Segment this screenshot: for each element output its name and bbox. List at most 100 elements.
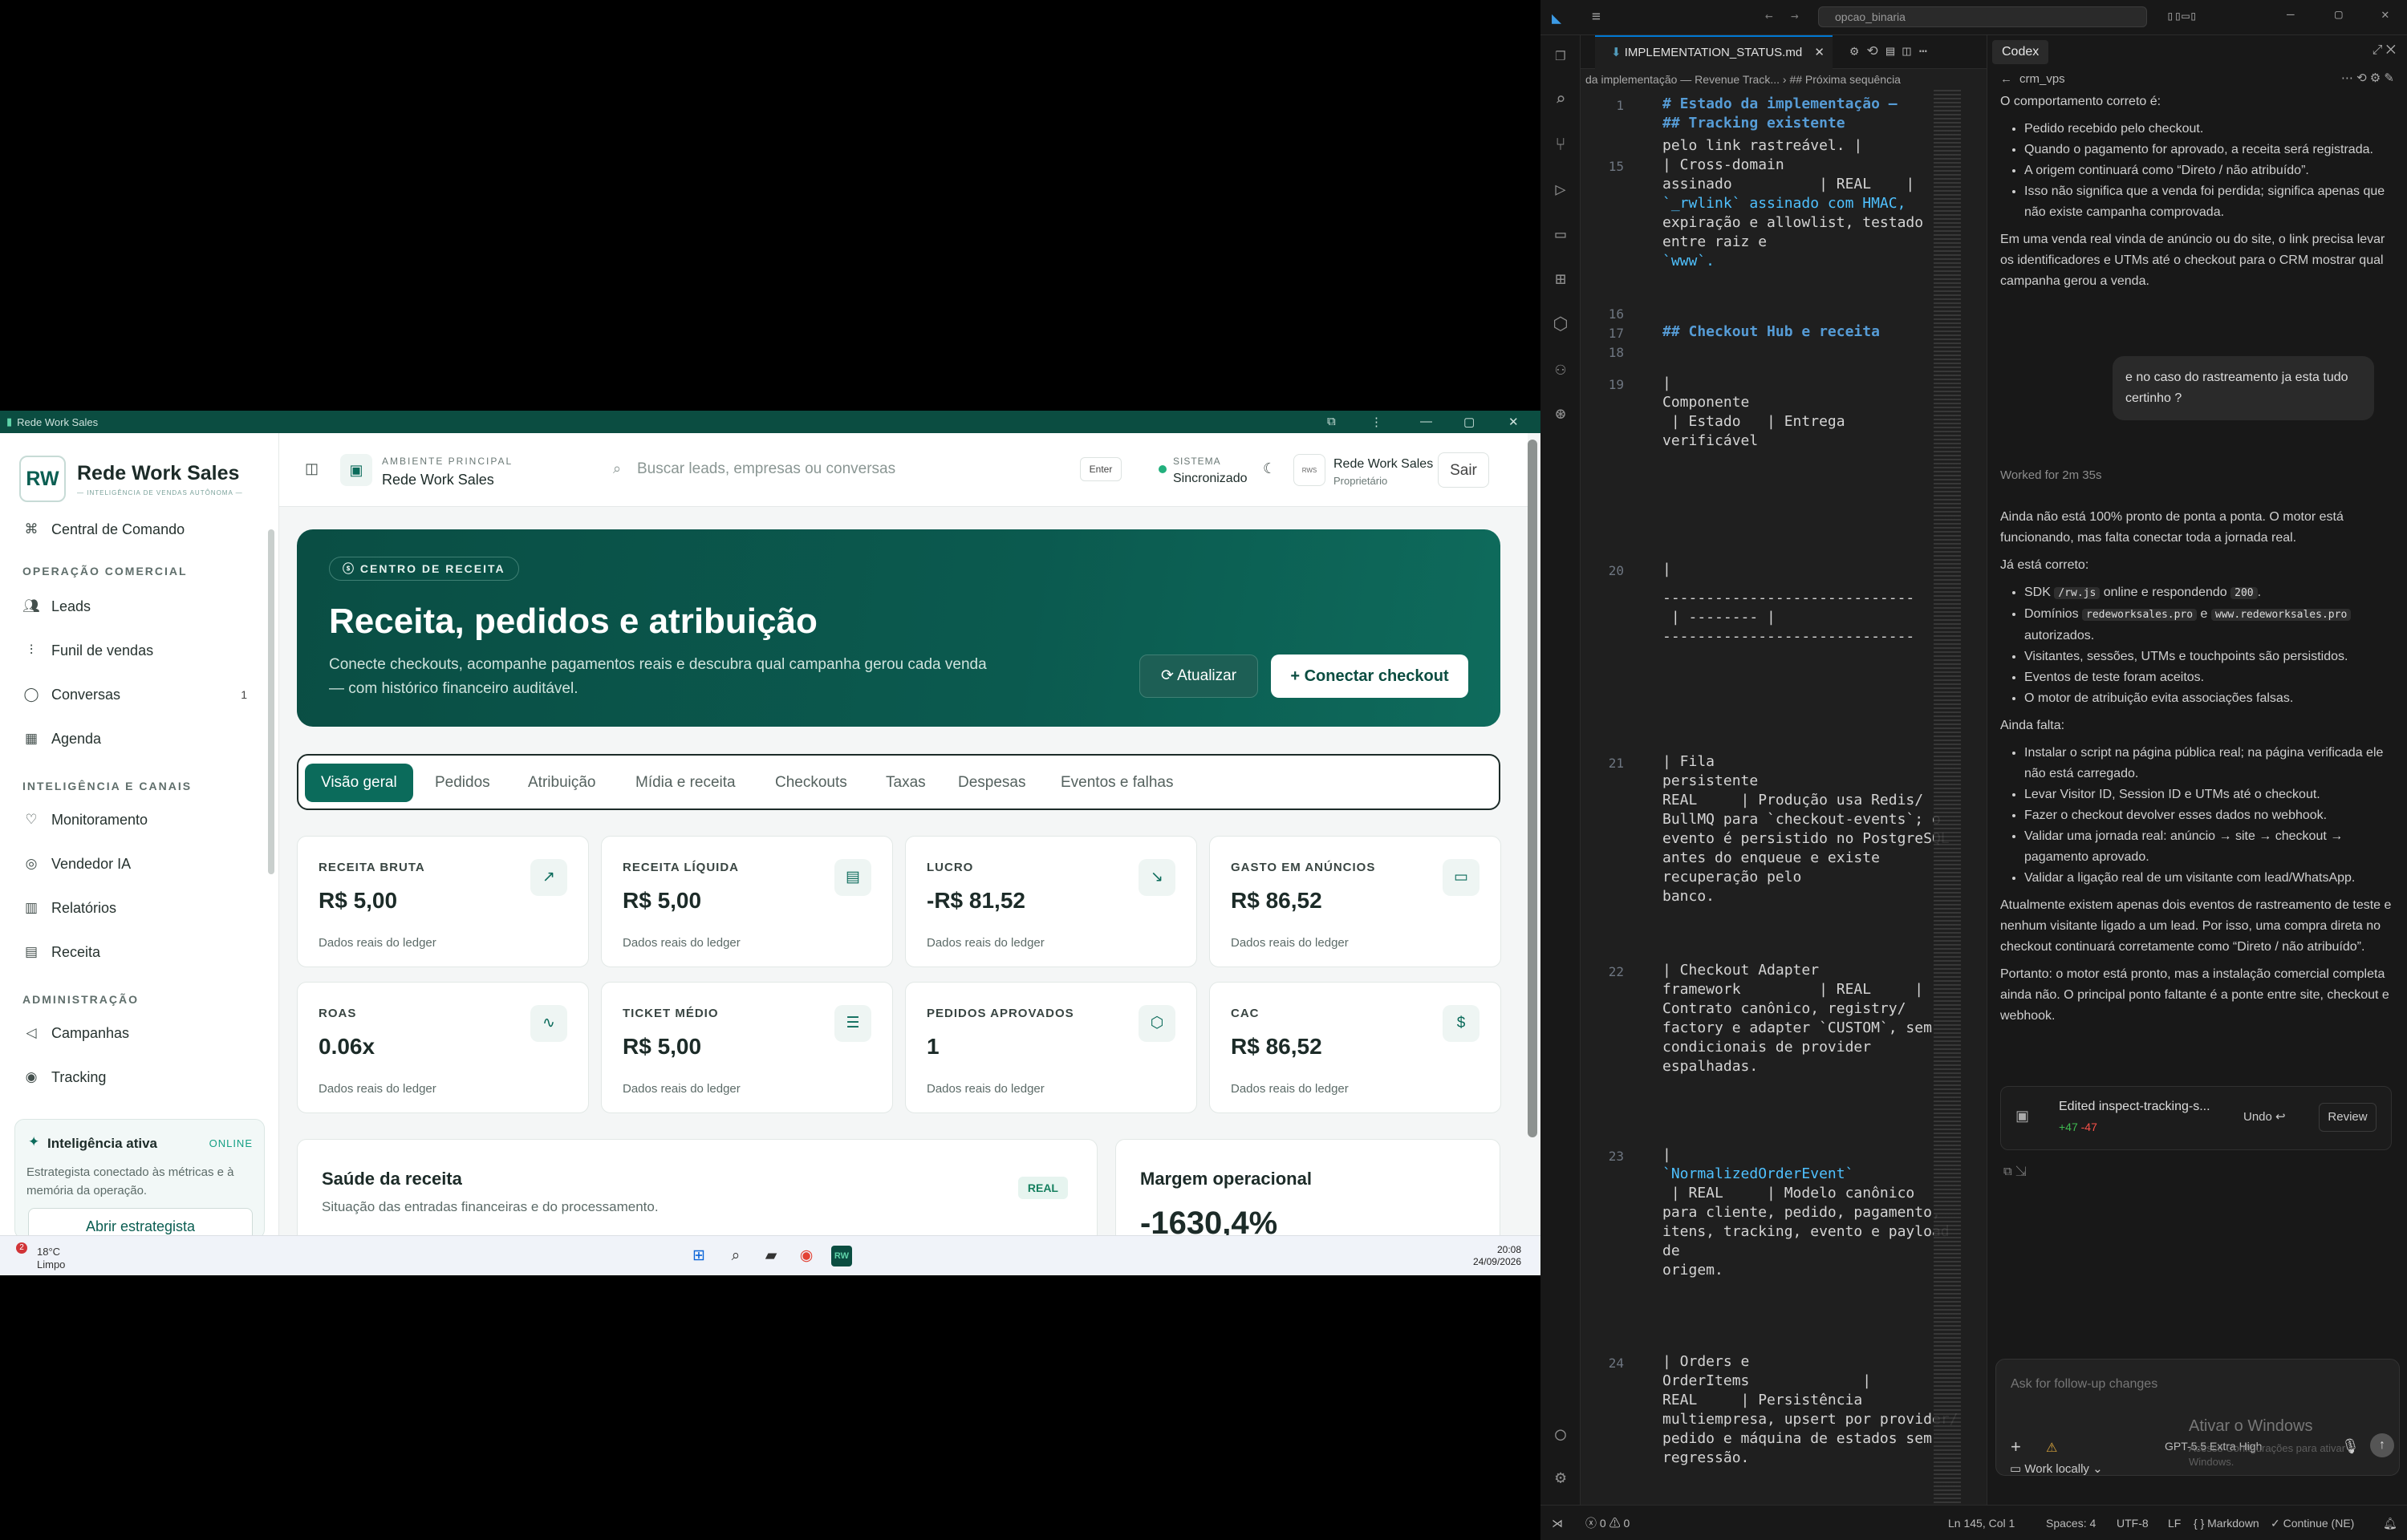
edited-file-card[interactable]: ▣ Edited inspect-tracking-s... +47 -47 U… [2000, 1086, 2392, 1150]
panel-actions-icon[interactable]: ⤢ ✕ [2372, 43, 2396, 58]
tab-atribuicao[interactable]: Atribuição [528, 764, 596, 802]
sidebar-toggle-icon[interactable]: ◫ [305, 460, 319, 477]
cursor-position[interactable]: Ln 145, Col 1 [1948, 1506, 2015, 1540]
code-editor[interactable]: 1 # Estado da implementação — ## Tracking … [1581, 90, 1966, 1505]
sidebar-item-central[interactable]: ⌘ Central de Comando [22, 513, 247, 545]
sidebar-item-tracking[interactable]: ◉ Tracking [22, 1061, 247, 1093]
user-menu[interactable]: RWS Rede Work Sales Proprietário [1293, 454, 1433, 489]
close-tab-icon[interactable]: ✕ [1814, 37, 1825, 69]
copy-icon[interactable]: ⧉ ⇲ [2003, 1165, 2027, 1178]
worked-duration[interactable]: Worked for 2m 35s [2000, 468, 2101, 482]
sidebar-item-vendedor-ia[interactable]: ◎ Vendedor IA [22, 848, 247, 880]
add-attachment-icon[interactable]: + [2011, 1437, 2021, 1457]
msg-text: Ainda não está 100% pronto de ponta a po… [2000, 510, 2344, 545]
menu-icon[interactable]: ≡ [1592, 8, 1601, 25]
source-control-icon[interactable]: ⑂ [1550, 135, 1571, 156]
sidebar-item-conversas[interactable]: ◯ Conversas 1 [22, 679, 247, 711]
codex-tab[interactable]: Codex [1992, 40, 2049, 64]
minimap[interactable] [1934, 90, 1961, 1505]
followup-input-box: Ask for follow-up changes + ⚠ GPT-5.5 Ex… [1995, 1359, 2400, 1476]
layout-icon[interactable]: ▯▯▭▯ [2166, 8, 2198, 23]
python-icon[interactable]: ⚇ [1550, 359, 1571, 380]
language-mode[interactable]: { } Markdown [2194, 1506, 2259, 1540]
close-button[interactable]: ✕ [2381, 6, 2389, 22]
sidebar-item-relatorios[interactable]: ▥ Relatórios [22, 892, 247, 924]
sidebar-scrollbar[interactable] [268, 529, 274, 874]
bell-icon[interactable]: 🔔︎ [2383, 1506, 2397, 1540]
tab-checkouts[interactable]: Checkouts [775, 764, 847, 802]
codex-toolbar-icons[interactable]: ⋯ ⟲ ⚙ ✎ [2341, 71, 2394, 85]
explorer-icon[interactable]: ❐ [1550, 45, 1571, 66]
warning-icon[interactable]: ⚠ [2046, 1440, 2057, 1456]
tab-despesas[interactable]: Despesas [958, 764, 1026, 802]
forward-icon[interactable]: → [1791, 8, 1799, 23]
windows-start-icon[interactable]: ⊞ [688, 1246, 709, 1266]
microphone-icon[interactable]: 🎙︎ [2341, 1438, 2360, 1455]
logout-button[interactable]: Sair [1438, 452, 1489, 488]
tab-visao-geral[interactable]: Visão geral [305, 764, 413, 802]
maximize-button[interactable]: ▢ [1463, 415, 1475, 429]
list-item: A origem continuará como “Direto / não a… [2024, 160, 2392, 181]
settings-gear-icon[interactable]: ⚙ [1550, 1468, 1571, 1489]
main-scrollbar[interactable] [1528, 440, 1537, 1137]
chrome-icon[interactable]: ◉ [796, 1246, 817, 1266]
maximize-button[interactable]: ▢ [2335, 6, 2343, 22]
search-input[interactable]: Buscar leads, empresas ou conversas [637, 460, 895, 478]
remote-icon[interactable]: ⋊ [1552, 1506, 1563, 1540]
line-ending[interactable]: LF [2168, 1506, 2181, 1540]
run-debug-icon[interactable]: ▷ [1550, 180, 1571, 201]
rw-app-icon[interactable]: RW [831, 1246, 852, 1266]
sidebar-item-monitoramento[interactable]: ♡ Monitoramento [22, 804, 247, 836]
remote-explorer-icon[interactable]: ▭ [1550, 225, 1571, 245]
sidebar-item-funil[interactable]: ⫶ Funil de vendas [22, 634, 247, 667]
command-center[interactable]: opcao_binaria [1818, 6, 2147, 27]
followup-input[interactable]: Ask for follow-up changes [2011, 1377, 2157, 1392]
sidebar-item-agenda[interactable]: ▦ Agenda [22, 723, 247, 755]
undo-button[interactable]: Undo ↩ [2243, 1109, 2286, 1124]
env-value[interactable]: Rede Work Sales [382, 472, 494, 488]
sidebar-item-campanhas[interactable]: ◁ Campanhas [22, 1017, 247, 1049]
tab-taxas[interactable]: Taxas [886, 764, 926, 802]
diff-added: +47 [2059, 1121, 2078, 1133]
extensions-icon[interactable]: ⊞ [1550, 270, 1571, 290]
indentation[interactable]: Spaces: 4 [2046, 1506, 2096, 1540]
open-strategist-button[interactable]: Abrir estrategista [28, 1208, 253, 1235]
kpi-title: RECEITA BRUTA [319, 861, 425, 874]
refresh-button[interactable]: ⟳ Atualizar [1139, 654, 1258, 698]
tab-pedidos[interactable]: Pedidos [435, 764, 490, 802]
extensions-icon[interactable]: ⧉ [1327, 415, 1336, 428]
search-icon[interactable]: ⌕ [1550, 90, 1571, 111]
tab-implementation-status[interactable]: ⬇ IMPLEMENTATION_STATUS.md ✕ [1595, 35, 1833, 69]
minimize-button[interactable]: — [1420, 415, 1432, 428]
breadcrumb[interactable]: da implementação — Revenue Track... › ##… [1585, 69, 2011, 90]
file-explorer-icon[interactable]: ▰ [761, 1246, 781, 1266]
containers-icon[interactable]: ⬡ [1550, 314, 1571, 335]
plus-icon: + [1290, 667, 1305, 685]
dollar-icon: $ [1443, 1005, 1480, 1042]
clock[interactable]: 20:08 24/09/2026 [1473, 1244, 1521, 1268]
close-button[interactable]: ✕ [1508, 415, 1519, 429]
back-icon[interactable]: ← [1765, 8, 1773, 23]
minimize-button[interactable]: — [2287, 6, 2295, 22]
moon-icon[interactable]: ☾ [1263, 460, 1276, 477]
work-locally-selector[interactable]: ▭ Work locally ⌄ [2010, 1461, 2103, 1476]
codex-icon[interactable]: ⊛ [1550, 404, 1571, 425]
search-icon[interactable]: ⌕ [725, 1246, 746, 1266]
problems-indicator[interactable]: ⓧ 0 ⚠ 0 [1585, 1506, 1630, 1540]
sidebar-item-receita[interactable]: ▤ Receita [22, 936, 247, 968]
tab-eventos-falhas[interactable]: Eventos e falhas [1061, 764, 1173, 802]
connect-checkout-button[interactable]: + Conectar checkout [1271, 654, 1468, 698]
editor-actions-icon[interactable]: ⚙ ⟲ ▤ ◫ ⋯ [1850, 43, 1927, 59]
code-line: BullMQ para `checkout-events`; o [1662, 811, 1941, 828]
send-button[interactable]: ↑ [2370, 1433, 2394, 1457]
back-arrow-icon[interactable]: ← [2000, 72, 2012, 86]
review-button[interactable]: Review [2319, 1103, 2377, 1132]
logo-mark: RW [19, 456, 66, 502]
encoding[interactable]: UTF-8 [2117, 1506, 2149, 1540]
sidebar-item-leads[interactable]: 👥︎ Leads [22, 590, 247, 622]
weather-widget[interactable]: 2 18°C Limpo [16, 1242, 65, 1271]
tab-midia-receita[interactable]: Mídia e receita [635, 764, 736, 802]
menu-dots-icon[interactable]: ⋮ [1370, 415, 1382, 429]
continue-status[interactable]: ✓ Continue (NE) [2271, 1506, 2354, 1540]
account-icon[interactable]: ◯ [1550, 1424, 1571, 1445]
